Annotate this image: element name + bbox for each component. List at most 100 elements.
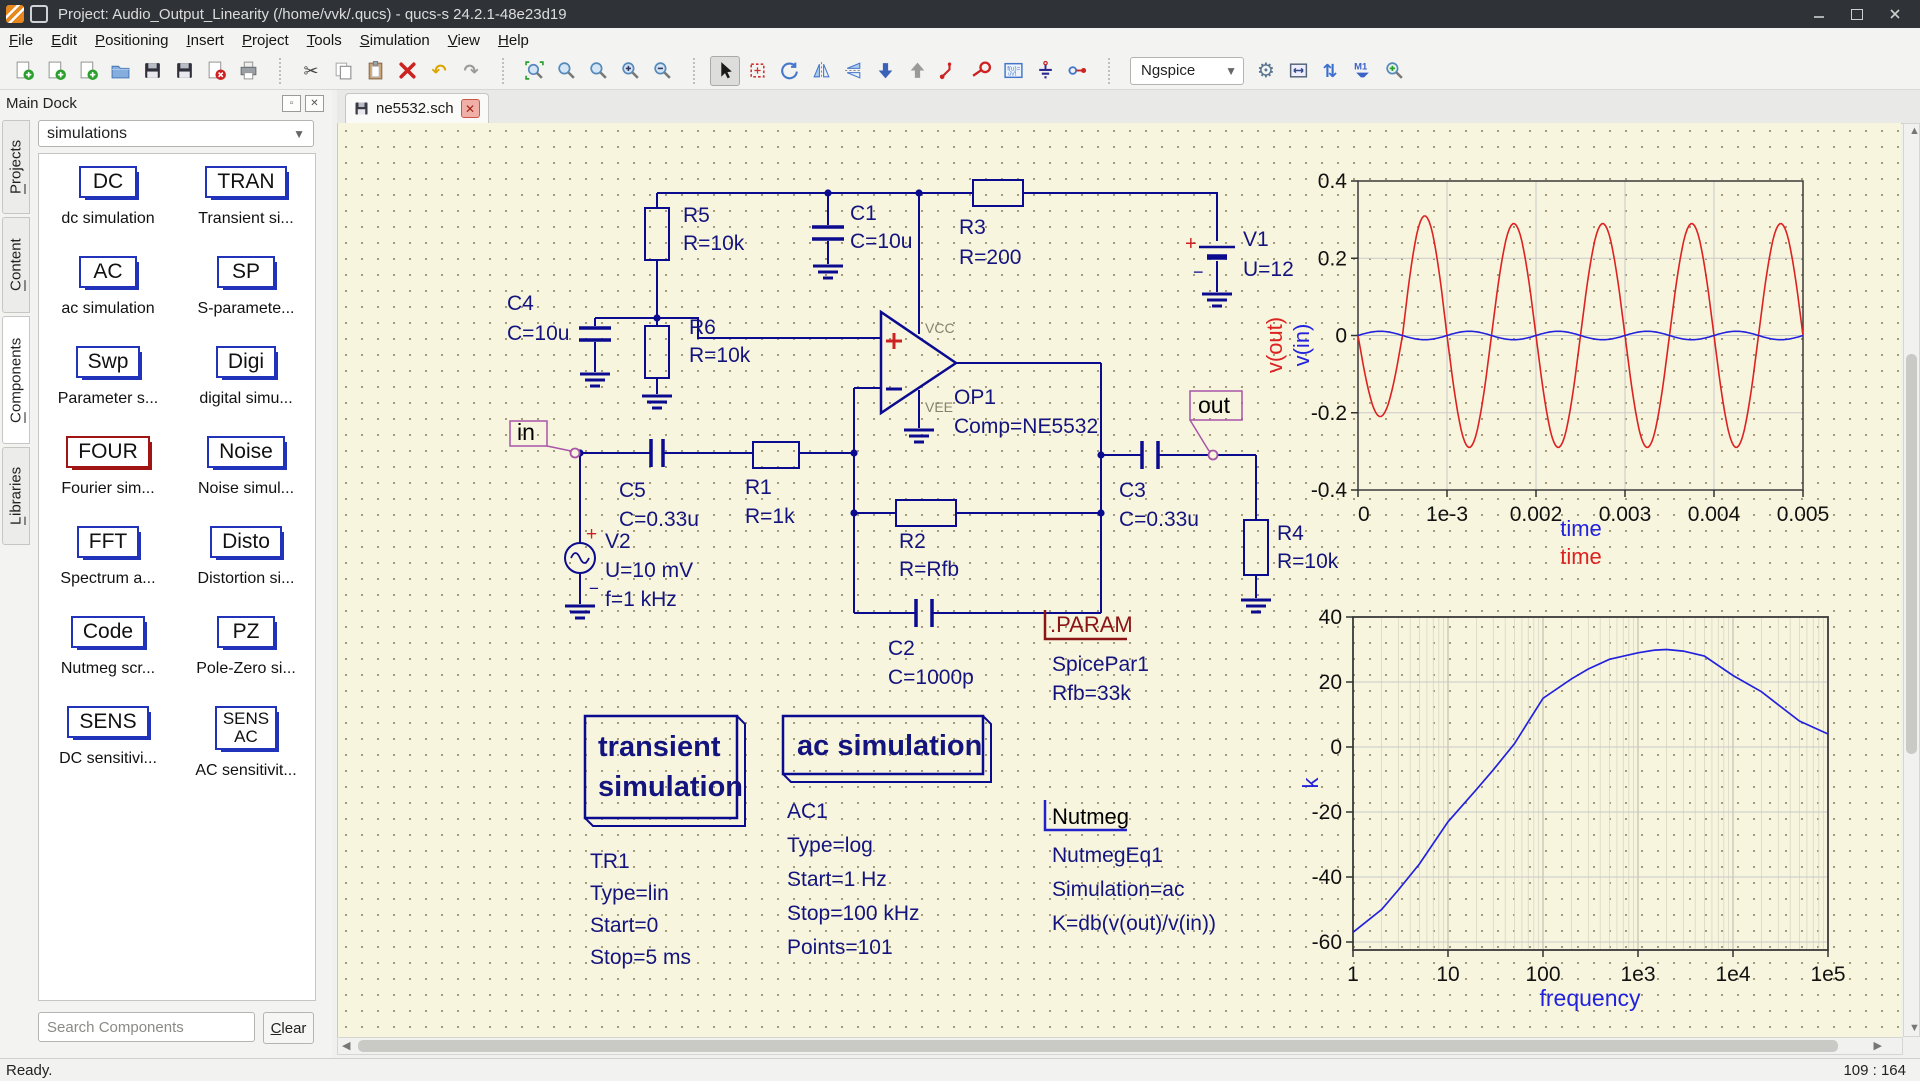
component-Fourier-sim[interactable]: FOUR Fourier sim... bbox=[39, 436, 177, 526]
component-Nutmeg-scr[interactable]: Code Nutmeg scr... bbox=[39, 616, 177, 706]
mirror-horizontal-button[interactable] bbox=[838, 56, 868, 86]
component-Distortion-si[interactable]: Disto Distortion si... bbox=[177, 526, 315, 616]
component-ac-simulation[interactable]: AC ac simulation bbox=[39, 256, 177, 346]
schematic-text[interactable]: Rfb=33k bbox=[1052, 682, 1131, 705]
component-DC-sensitivi[interactable]: SENS DC sensitivi... bbox=[39, 706, 177, 796]
dock-tab-components[interactable]: Components bbox=[2, 316, 30, 444]
schematic-canvas[interactable]: + − + − R5 R=10k C1 C=10u R3 R=200 V1 U=… bbox=[337, 123, 1901, 1037]
component-Parameter-s[interactable]: Swp Parameter s... bbox=[39, 346, 177, 436]
schematic-text[interactable]: V1 bbox=[1243, 228, 1269, 251]
save-all-button[interactable] bbox=[169, 56, 199, 86]
schematic-text[interactable]: Points=101 bbox=[787, 936, 893, 959]
schematic-text[interactable]: R=1k bbox=[745, 505, 795, 528]
menu-edit[interactable]: Edit bbox=[42, 30, 86, 51]
schematic-text[interactable]: C2 bbox=[888, 637, 915, 660]
dock-close-button[interactable]: ✕ bbox=[305, 94, 324, 112]
exchange-schematic-symbol-button[interactable]: ⇅ bbox=[1315, 56, 1345, 86]
maximize-button[interactable] bbox=[1842, 3, 1872, 25]
component-Spectrum-a[interactable]: FFT Spectrum a... bbox=[39, 526, 177, 616]
dock-tab-projects[interactable]: Projects bbox=[2, 120, 30, 214]
schematic-text[interactable]: R6 bbox=[689, 316, 716, 339]
undo-button[interactable]: ↶ bbox=[424, 56, 454, 86]
schematic-text[interactable]: Start=1 Hz bbox=[787, 868, 887, 891]
print-button[interactable] bbox=[233, 56, 263, 86]
schematic-text[interactable]: AC1 bbox=[787, 800, 828, 823]
open-file-button[interactable] bbox=[105, 56, 135, 86]
schematic-text[interactable]: C1 bbox=[850, 202, 877, 225]
menu-insert[interactable]: Insert bbox=[177, 30, 233, 51]
menu-tools[interactable]: Tools bbox=[298, 30, 351, 51]
schematic-text[interactable]: VCC bbox=[925, 320, 955, 336]
menu-file[interactable]: File bbox=[0, 30, 42, 51]
schematic-text[interactable]: R=10k bbox=[683, 232, 745, 255]
schematic-text[interactable]: Stop=100 kHz bbox=[787, 902, 920, 925]
insert-ground-button[interactable] bbox=[1030, 56, 1060, 86]
schematic-text[interactable]: C4 bbox=[507, 292, 534, 315]
close-document-button[interactable] bbox=[201, 56, 231, 86]
search-components-input[interactable] bbox=[38, 1012, 255, 1042]
menu-project[interactable]: Project bbox=[233, 30, 298, 51]
menu-help[interactable]: Help bbox=[489, 30, 538, 51]
schematic-text[interactable]: in bbox=[517, 419, 535, 445]
schematic-text[interactable]: R2 bbox=[899, 530, 926, 553]
move-component-text-button[interactable] bbox=[742, 56, 772, 86]
zoom-in-button[interactable] bbox=[615, 56, 645, 86]
schematic-text[interactable]: transient bbox=[598, 731, 721, 763]
dock-float-button[interactable]: ▫ bbox=[282, 94, 301, 112]
schematic-text[interactable]: R=Rfb bbox=[899, 558, 959, 581]
dock-tab-libraries[interactable]: Libraries bbox=[2, 447, 30, 545]
menu-simulation[interactable]: Simulation bbox=[351, 30, 439, 51]
pop-out-button[interactable] bbox=[902, 56, 932, 86]
schematic-text[interactable]: Simulation=ac bbox=[1052, 878, 1185, 901]
schematic-text[interactable]: Nutmeg bbox=[1052, 804, 1129, 829]
zoom-fit-button[interactable] bbox=[519, 56, 549, 86]
go-into-subcircuit-button[interactable] bbox=[870, 56, 900, 86]
schematic-text[interactable]: out bbox=[1198, 392, 1231, 418]
component-Pole-Zero-si[interactable]: PZ Pole-Zero si... bbox=[177, 616, 315, 706]
component-dc-simulation[interactable]: DC dc simulation bbox=[39, 166, 177, 256]
mirror-vertical-button[interactable] bbox=[806, 56, 836, 86]
component-AC-sensitivit[interactable]: SENS AC AC sensitivit... bbox=[177, 706, 315, 796]
component-Noise-simul[interactable]: Noise Noise simul... bbox=[177, 436, 315, 526]
new-text-document-button[interactable] bbox=[73, 56, 103, 86]
schematic-text[interactable]: .PARAM bbox=[1050, 612, 1133, 637]
schematic-text[interactable]: C=1000p bbox=[888, 666, 974, 689]
component-digital-simu[interactable]: Digi digital simu... bbox=[177, 346, 315, 436]
schematic-text[interactable]: C=0.33u bbox=[619, 508, 699, 531]
schematic-text[interactable]: U=10 mV bbox=[605, 559, 693, 582]
schematic-text[interactable]: C=10u bbox=[507, 322, 569, 345]
schematic-text[interactable]: NutmegEq1 bbox=[1052, 844, 1163, 867]
delete-button[interactable] bbox=[392, 56, 422, 86]
schematic-text[interactable]: Start=0 bbox=[590, 914, 658, 937]
insert-equation-button[interactable]: f(u)= uVt bbox=[998, 56, 1028, 86]
select-button[interactable] bbox=[710, 55, 740, 86]
schematic-text[interactable]: simulation bbox=[598, 771, 743, 803]
schematic-text[interactable]: ac simulation bbox=[797, 730, 982, 762]
schematic-text[interactable]: Stop=5 ms bbox=[590, 946, 691, 969]
schematic-text[interactable]: R3 bbox=[959, 216, 986, 239]
paste-button[interactable] bbox=[360, 56, 390, 86]
menu-view[interactable]: View bbox=[439, 30, 489, 51]
component-category-select[interactable]: simulations ▼ bbox=[38, 120, 314, 147]
schematic-text[interactable]: C3 bbox=[1119, 479, 1146, 502]
copy-button[interactable] bbox=[328, 56, 358, 86]
zoom-area-button[interactable] bbox=[583, 56, 613, 86]
schematic-text[interactable]: C5 bbox=[619, 479, 646, 502]
menu-positioning[interactable]: Positioning bbox=[86, 30, 177, 51]
schematic-text[interactable]: C=0.33u bbox=[1119, 508, 1199, 531]
component-S-paramete[interactable]: SP S-paramete... bbox=[177, 256, 315, 346]
new-schematic-button[interactable] bbox=[9, 56, 39, 86]
schematic-text[interactable]: R=200 bbox=[959, 246, 1021, 269]
insert-wire-label-button[interactable] bbox=[966, 56, 996, 86]
schematic-text[interactable]: Type=lin bbox=[590, 882, 669, 905]
cut-button[interactable]: ✂ bbox=[296, 56, 326, 86]
schematic-text[interactable]: R1 bbox=[745, 476, 772, 499]
new-symbol-button[interactable] bbox=[41, 56, 71, 86]
close-button[interactable] bbox=[1880, 3, 1910, 25]
minimize-button[interactable] bbox=[1804, 3, 1834, 25]
document-settings-button[interactable] bbox=[1283, 56, 1313, 86]
rotate-component-button[interactable] bbox=[774, 56, 804, 86]
source-V2[interactable]: + − bbox=[564, 524, 599, 598]
schematic-text[interactable]: OP1 bbox=[954, 386, 996, 409]
schematic-text[interactable]: f=1 kHz bbox=[605, 588, 677, 611]
